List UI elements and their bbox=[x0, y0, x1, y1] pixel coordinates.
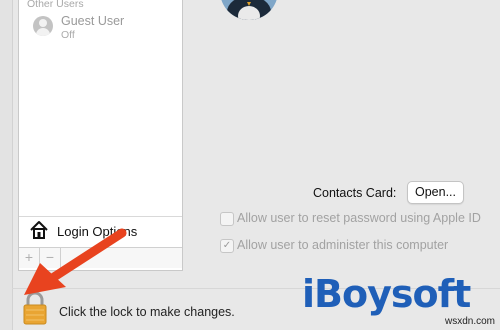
user-profile-picture[interactable] bbox=[220, 0, 278, 20]
section-label-other-users: Other Users bbox=[27, 0, 84, 10]
watermark-site-text: wsxdn.com bbox=[445, 316, 496, 327]
administer-computer-checkbox[interactable]: ✓ bbox=[220, 239, 234, 253]
guest-avatar-icon bbox=[33, 16, 53, 36]
red-arrow-annotation bbox=[24, 228, 127, 295]
reset-password-checkbox[interactable] bbox=[220, 212, 234, 226]
contacts-card-label: Contacts Card: bbox=[313, 186, 397, 200]
iboysoft-logo: iBoysoft bbox=[302, 272, 471, 316]
guest-user-status: Off bbox=[61, 29, 75, 41]
lock-instruction-text: Click the lock to make changes. bbox=[59, 305, 235, 319]
users-and-groups-window: Other Users Guest User Off Login Options… bbox=[0, 0, 500, 330]
open-contacts-card-button[interactable]: Open... bbox=[407, 181, 464, 204]
reset-password-label: Allow user to reset password using Apple… bbox=[237, 211, 481, 225]
window-left-edge bbox=[0, 0, 13, 330]
list-item-guest-user[interactable]: Guest User Off bbox=[29, 14, 179, 44]
guest-user-name: Guest User bbox=[61, 14, 125, 28]
administer-computer-label: Allow user to administer this computer bbox=[237, 238, 449, 252]
administer-computer-option[interactable]: ✓ Allow user to administer this computer bbox=[220, 236, 500, 254]
reset-password-option[interactable]: Allow user to reset password using Apple… bbox=[220, 209, 500, 227]
